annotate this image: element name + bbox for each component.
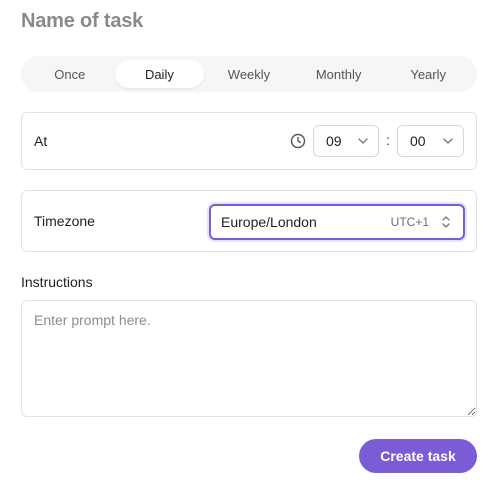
create-task-button[interactable]: Create task [359,439,477,473]
minute-value: 00 [410,133,426,149]
task-name-title[interactable]: Name of task [21,10,143,33]
time-separator: : [386,132,390,148]
minute-select[interactable]: 00 [397,125,464,157]
timezone-select[interactable]: Europe/London UTC+1 [209,204,465,240]
timezone-offset: UTC+1 [390,215,429,229]
chevron-up-down-icon [442,216,450,228]
instructions-input[interactable] [21,300,477,417]
clock-icon [290,133,306,149]
instructions-label: Instructions [21,274,93,290]
at-label: At [34,133,48,149]
timezone-label: Timezone [34,213,95,229]
tab-yearly[interactable]: Yearly [383,60,473,88]
chevron-down-icon [358,138,368,144]
tab-monthly[interactable]: Monthly [294,60,384,88]
tab-weekly[interactable]: Weekly [204,60,294,88]
tab-once[interactable]: Once [25,60,115,88]
chevron-down-icon [443,138,453,144]
time-card: At 09 : 00 [21,112,477,170]
timezone-card: Timezone Europe/London UTC+1 [21,190,477,252]
hour-value: 09 [326,133,342,149]
tab-daily[interactable]: Daily [114,60,205,88]
timezone-value: Europe/London [221,214,317,230]
create-task-panel: Name of task Once Daily Weekly Monthly Y… [0,0,496,487]
hour-select[interactable]: 09 [313,125,379,157]
schedule-tabs: Once Daily Weekly Monthly Yearly [21,56,477,92]
